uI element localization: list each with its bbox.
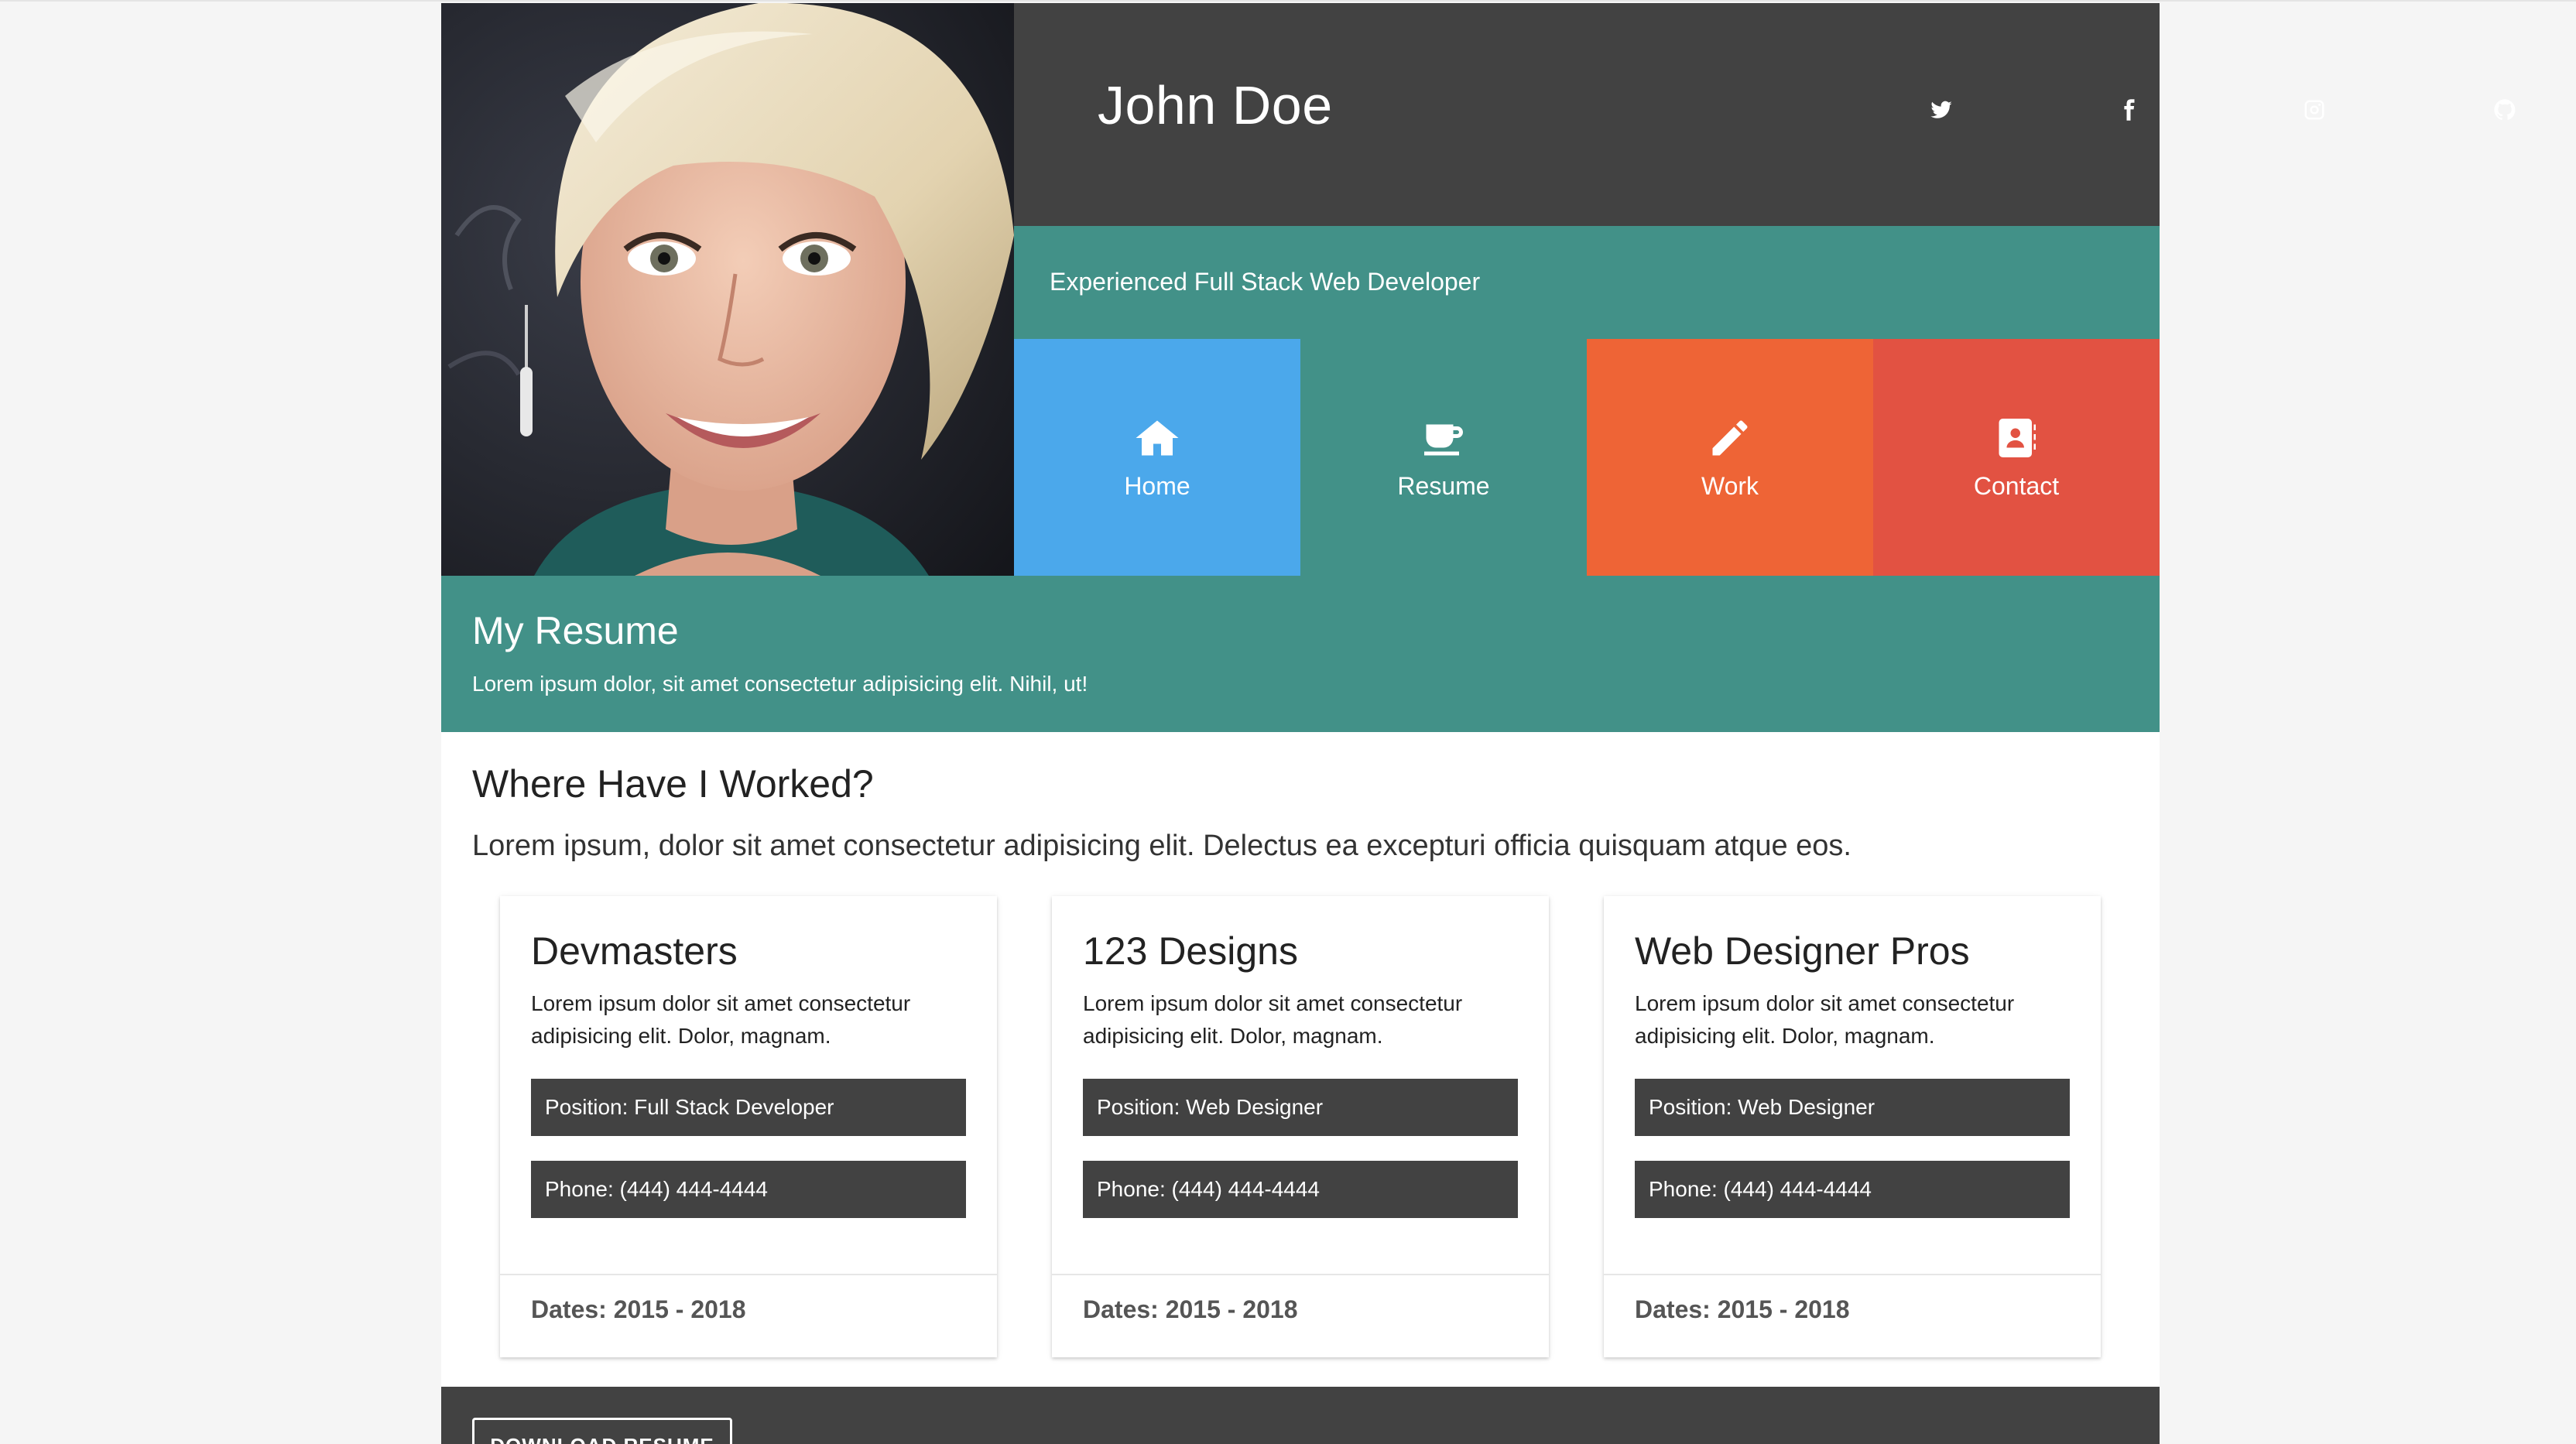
work-dates: Dates: 2015 - 2018 bbox=[531, 1295, 746, 1323]
instagram-icon[interactable] bbox=[2299, 94, 2330, 125]
nav-label: Home bbox=[1124, 471, 1190, 500]
nav-tile-home[interactable]: Home bbox=[1014, 339, 1300, 576]
twitter-icon[interactable] bbox=[1926, 94, 1957, 125]
phone-pill: Phone: (444) 444-4444 bbox=[1083, 1161, 1518, 1218]
nav-tile-resume[interactable]: Resume bbox=[1300, 339, 1587, 576]
pencil-icon bbox=[1707, 415, 1753, 461]
nav-tile-work[interactable]: Work bbox=[1587, 339, 1873, 576]
page-container: John Doe Experienced Full Stack Web Deve… bbox=[441, 3, 2516, 1444]
company-description: Lorem ipsum dolor sit amet consectetur a… bbox=[531, 991, 911, 1048]
nav-label: Resume bbox=[1397, 471, 1490, 500]
page-subtitle: Lorem ipsum dolor, sit amet consectetur … bbox=[472, 672, 1088, 696]
download-resume-button[interactable]: DOWNLOAD RESUME bbox=[472, 1418, 732, 1444]
card-divider bbox=[500, 1274, 997, 1275]
work-dates: Dates: 2015 - 2018 bbox=[1635, 1295, 1850, 1323]
section-title: Where Have I Worked? bbox=[472, 762, 874, 806]
position-pill: Position: Web Designer bbox=[1083, 1079, 1518, 1136]
card-divider bbox=[1604, 1274, 2101, 1275]
profile-photo bbox=[441, 3, 1014, 576]
header-name-bar: John Doe bbox=[1014, 3, 2516, 226]
section-lead: Lorem ipsum, dolor sit amet consectetur … bbox=[472, 830, 1852, 862]
company-name: Web Designer Pros bbox=[1635, 929, 1970, 973]
card-divider bbox=[1052, 1274, 1549, 1275]
github-icon[interactable] bbox=[2489, 94, 2520, 125]
tagline-bar: Experienced Full Stack Web Developer bbox=[1014, 226, 2160, 339]
work-dates: Dates: 2015 - 2018 bbox=[1083, 1295, 1298, 1323]
footer: DOWNLOAD RESUME bbox=[441, 1387, 2160, 1444]
nav-tile-contact[interactable]: Contact bbox=[1873, 339, 2160, 576]
company-name: Devmasters bbox=[531, 929, 738, 973]
nav-label: Work bbox=[1701, 471, 1759, 500]
page-title: My Resume bbox=[472, 609, 679, 652]
coffee-cup-icon bbox=[1420, 415, 1467, 461]
phone-pill: Phone: (444) 444-4444 bbox=[531, 1161, 966, 1218]
tagline: Experienced Full Stack Web Developer bbox=[1050, 268, 1481, 296]
resume-banner: My Resume Lorem ipsum dolor, sit amet co… bbox=[441, 576, 2160, 732]
company-name: 123 Designs bbox=[1083, 929, 1298, 973]
facebook-icon[interactable] bbox=[2113, 94, 2144, 125]
home-icon bbox=[1134, 415, 1180, 461]
work-card: Devmasters Lorem ipsum dolor sit amet co… bbox=[500, 896, 997, 1357]
work-card: 123 Designs Lorem ipsum dolor sit amet c… bbox=[1052, 896, 1549, 1357]
position-pill: Position: Web Designer bbox=[1635, 1079, 2070, 1136]
phone-pill: Phone: (444) 444-4444 bbox=[1635, 1161, 2070, 1218]
company-description: Lorem ipsum dolor sit amet consectetur a… bbox=[1635, 991, 2015, 1048]
nav-label: Contact bbox=[1973, 471, 2060, 500]
site-name: John Doe bbox=[1098, 75, 1333, 135]
address-book-icon bbox=[1993, 415, 2040, 461]
company-description: Lorem ipsum dolor sit amet consectetur a… bbox=[1083, 991, 1463, 1048]
position-pill: Position: Full Stack Developer bbox=[531, 1079, 966, 1136]
work-card: Web Designer Pros Lorem ipsum dolor sit … bbox=[1604, 896, 2101, 1357]
